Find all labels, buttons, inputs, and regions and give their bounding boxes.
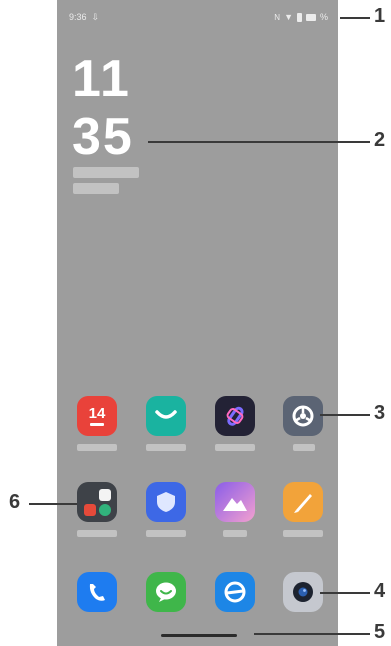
status-time: 9:36 bbox=[69, 12, 87, 22]
notes-app-label bbox=[283, 530, 323, 537]
settings-app-label bbox=[293, 444, 315, 451]
callout-3: 3 bbox=[374, 402, 386, 424]
battery-percent: % bbox=[319, 12, 328, 22]
callout-line-2 bbox=[148, 141, 370, 143]
callout-5: 5 bbox=[374, 621, 386, 643]
callout-1: 1 bbox=[374, 5, 386, 27]
home-indicator[interactable] bbox=[161, 634, 237, 637]
calendar-app-icon[interactable]: 14 bbox=[77, 396, 117, 436]
folder-app-icon[interactable] bbox=[77, 482, 117, 522]
clock-hour: 11 bbox=[72, 50, 131, 108]
browser-app-icon[interactable] bbox=[215, 572, 255, 612]
callout-line-6 bbox=[29, 503, 77, 505]
security-app-icon[interactable] bbox=[146, 482, 186, 522]
smile-icon bbox=[155, 410, 177, 419]
pen-icon bbox=[294, 494, 312, 513]
camera-app-icon[interactable] bbox=[283, 572, 323, 612]
calendar-date: 14 bbox=[88, 405, 106, 422]
camera-lens-icon bbox=[293, 582, 313, 602]
mountain-icon bbox=[223, 498, 247, 511]
weather-text bbox=[73, 183, 119, 194]
folder-subapp-icon bbox=[83, 488, 96, 501]
callout-line-4 bbox=[320, 592, 370, 594]
clock-widget[interactable]: 11 35 bbox=[72, 50, 134, 166]
status-bar: 9:36 ⇩ N ▼ % bbox=[69, 10, 328, 24]
folder-subapp-icon bbox=[98, 488, 111, 501]
settings-app-icon[interactable] bbox=[283, 396, 323, 436]
link-app-icon[interactable] bbox=[215, 396, 255, 436]
phone-icon bbox=[89, 584, 105, 601]
clock-minute: 35 bbox=[72, 108, 134, 166]
phone-app-icon[interactable] bbox=[77, 572, 117, 612]
folder-app-label bbox=[77, 530, 117, 537]
callout-2: 2 bbox=[374, 129, 386, 151]
date-text bbox=[73, 167, 139, 178]
link-app-label bbox=[215, 444, 255, 451]
callout-line-5 bbox=[254, 633, 370, 635]
security-app-label bbox=[146, 530, 186, 537]
download-icon: ⇩ bbox=[91, 11, 100, 22]
link-icon bbox=[226, 406, 244, 426]
callout-6: 6 bbox=[9, 491, 21, 513]
callout-line-1 bbox=[340, 17, 370, 19]
nfc-icon: N bbox=[274, 12, 281, 22]
folder-subapp-icon bbox=[98, 503, 111, 516]
gallery-app-label bbox=[223, 530, 247, 537]
notes-app-icon[interactable] bbox=[283, 482, 323, 522]
callout-line-3 bbox=[320, 414, 370, 416]
callout-4: 4 bbox=[374, 580, 386, 602]
phone-home-screen: 9:36 ⇩ N ▼ % 11 35 14 bbox=[57, 0, 338, 646]
gallery-app-icon[interactable] bbox=[215, 482, 255, 522]
chat-app-icon[interactable] bbox=[146, 572, 186, 612]
gear-icon bbox=[292, 405, 314, 427]
folder-subapp-icon bbox=[83, 503, 96, 516]
wifi-icon: ▼ bbox=[284, 12, 293, 22]
messages-app-icon[interactable] bbox=[146, 396, 186, 436]
shield-icon bbox=[157, 492, 175, 512]
messages-app-label bbox=[146, 444, 186, 451]
browser-icon bbox=[224, 581, 246, 603]
chat-bubble-icon bbox=[156, 582, 176, 602]
battery-icon bbox=[305, 13, 316, 21]
signal-icon bbox=[296, 12, 302, 22]
calendar-app-label bbox=[77, 444, 117, 451]
